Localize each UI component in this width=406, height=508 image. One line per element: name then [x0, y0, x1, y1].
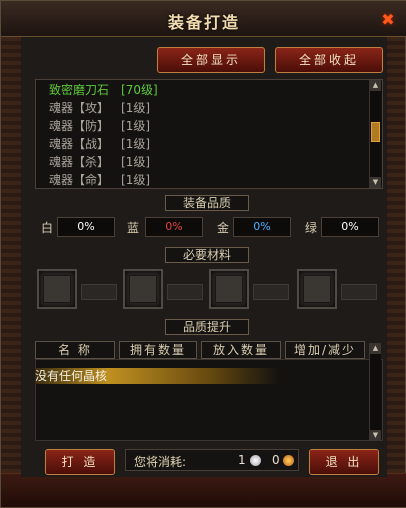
quality-gold-label: 金: [217, 221, 230, 235]
material-slot-icon: [43, 275, 71, 303]
column-name: 名 称: [35, 341, 115, 359]
recipe-list-item[interactable]: 魂器【命】 [1级]: [49, 171, 150, 189]
window-title: 装备打造: [167, 13, 240, 32]
coin-gold-amount: 0: [272, 453, 280, 467]
recipe-level: [70级]: [121, 83, 158, 97]
forge-window: 装备打造 ✖ 全部显示 全部收起 致密磨刀石 [70级] 魂器【攻】 [1级] 魂器【防…: [0, 0, 406, 508]
column-put-in: 放入数量: [201, 341, 281, 359]
material-count-3: [253, 284, 289, 300]
coin-silver-amount: 1: [238, 453, 246, 467]
recipe-name: 魂器【杀】: [49, 155, 110, 169]
show-all-button[interactable]: 全部显示: [157, 47, 265, 73]
collapse-all-button[interactable]: 全部收起: [275, 47, 383, 73]
table-scrollbar[interactable]: ▲ ▼: [369, 343, 381, 441]
recipe-list-item[interactable]: 魂器【攻】 [1级]: [49, 99, 150, 117]
close-icon[interactable]: ✖: [379, 11, 397, 29]
material-slot-4[interactable]: [297, 269, 337, 309]
cost-label: 您将消耗:: [134, 455, 187, 469]
materials-section-label: 必要材料: [165, 247, 249, 263]
exit-button[interactable]: 退 出: [309, 449, 379, 475]
list-scrollbar[interactable]: ▲ ▼: [369, 80, 381, 188]
upgrade-section-label: 品质提升: [165, 319, 249, 335]
left-frame: [1, 37, 21, 477]
material-slot-icon: [129, 275, 157, 303]
scroll-down-icon[interactable]: ▼: [370, 177, 381, 188]
quality-section-label: 装备品质: [165, 195, 249, 211]
recipe-list-item[interactable]: 魂器【防】 [1级]: [49, 117, 150, 135]
recipe-name: 魂器【攻】: [49, 101, 110, 115]
quality-white-label: 白: [41, 221, 54, 235]
recipe-level: [1级]: [121, 101, 151, 115]
column-add-remove: 增加/减少: [285, 341, 365, 359]
scroll-up-icon[interactable]: ▲: [370, 343, 381, 354]
material-count-2: [167, 284, 203, 300]
recipe-list-item[interactable]: 魂器【战】 [1级]: [49, 135, 150, 153]
material-slot-2[interactable]: [123, 269, 163, 309]
quality-blue-label: 蓝: [127, 221, 140, 235]
cost-display: 您将消耗: 1 0: [125, 449, 299, 471]
scroll-up-icon[interactable]: ▲: [370, 80, 381, 91]
quality-blue-value: 0%: [145, 217, 203, 237]
recipe-level: [1级]: [121, 119, 151, 133]
scroll-thumb[interactable]: [371, 122, 380, 142]
recipe-level: [1级]: [121, 173, 151, 187]
recipe-level: [1级]: [121, 137, 151, 151]
title-bar[interactable]: 装备打造 ✖: [1, 1, 406, 37]
empty-crystal-message: 没有任何晶核: [35, 368, 279, 384]
quality-white-value: 0%: [57, 217, 115, 237]
quality-row: 白 0% 蓝 0% 金 0% 绿 0%: [35, 213, 383, 243]
material-slot-1[interactable]: [37, 269, 77, 309]
scroll-down-icon[interactable]: ▼: [370, 430, 381, 441]
recipe-name: 魂器【战】: [49, 137, 110, 151]
forge-button[interactable]: 打 造: [45, 449, 115, 475]
recipe-list-item[interactable]: 魂器【杀】 [1级]: [49, 153, 150, 171]
recipe-name: 致密磨刀石: [49, 83, 110, 97]
recipe-level: [1级]: [121, 155, 151, 169]
material-slot-icon: [303, 275, 331, 303]
quality-green-label: 绿: [305, 221, 318, 235]
bottom-frame: [1, 473, 406, 507]
quality-green-value: 0%: [321, 217, 379, 237]
material-slot-3[interactable]: [209, 269, 249, 309]
recipe-name: 魂器【命】: [49, 173, 110, 187]
silver-coin-icon: [250, 455, 261, 466]
recipe-name: 魂器【防】: [49, 119, 110, 133]
material-count-4: [341, 284, 377, 300]
material-count-1: [81, 284, 117, 300]
gold-coin-icon: [283, 455, 294, 466]
column-owned: 拥有数量: [119, 341, 197, 359]
recipe-list-item[interactable]: 致密磨刀石 [70级]: [49, 81, 158, 99]
material-slot-icon: [215, 275, 243, 303]
right-frame: [385, 37, 405, 477]
quality-gold-value: 0%: [233, 217, 291, 237]
